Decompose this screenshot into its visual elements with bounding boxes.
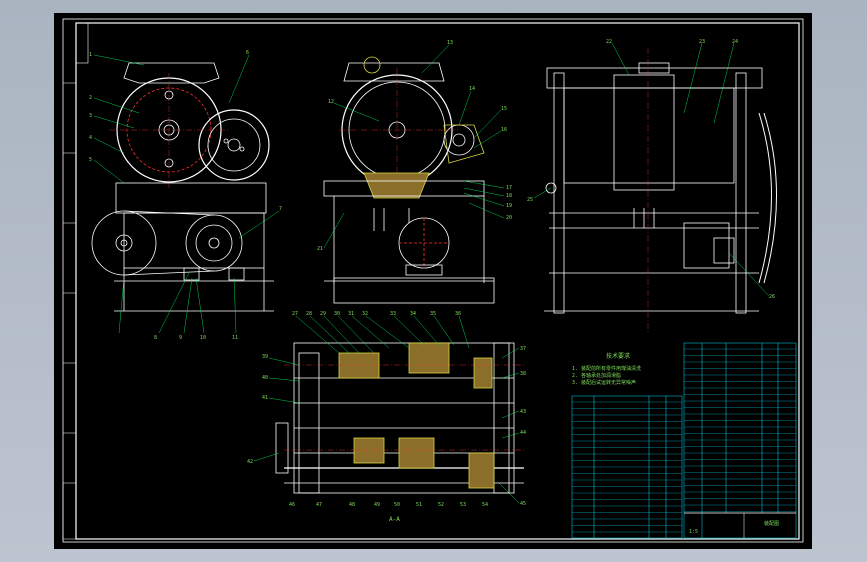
- right-view: [544, 48, 777, 333]
- balloon-22: 22: [606, 39, 612, 45]
- side-view: [323, 56, 495, 304]
- balloon-49: 49: [374, 502, 380, 508]
- balloon-14: 14: [469, 86, 475, 92]
- section-view: [275, 342, 524, 494]
- balloon-12: 12: [328, 99, 334, 105]
- front-view-leaders: [93, 54, 280, 334]
- balloon-34: 34: [410, 311, 416, 317]
- balloon-26: 26: [769, 294, 775, 300]
- balloon-32: 32: [362, 311, 368, 317]
- title-block-name: 装配图: [764, 520, 779, 527]
- notes-line-2: 2. 各轴承处加润滑脂: [572, 372, 621, 379]
- cad-drawing: 1 2 3 4 5 6 7 8 9 10 11 12 13 14 15 16 1…: [62, 18, 804, 543]
- balloon-39: 39: [262, 354, 268, 360]
- balloon-24: 24: [732, 39, 738, 45]
- balloon-43: 43: [520, 409, 526, 415]
- front-view: [91, 62, 274, 312]
- balloon-5: 5: [89, 157, 92, 163]
- balloon-13: 13: [447, 40, 453, 46]
- balloon-9: 9: [179, 335, 182, 341]
- balloon-4: 4: [89, 135, 92, 141]
- title-block: 装配图 1:5: [689, 520, 779, 535]
- notes-line-3: 3. 装配后试运转无异常噪声: [572, 379, 636, 386]
- front-view-balloons: 1 2 3 4 5 6 7 8 9 10 11: [89, 50, 282, 341]
- balloon-16: 16: [501, 127, 507, 133]
- balloon-28: 28: [306, 311, 312, 317]
- balloon-31: 31: [348, 311, 354, 317]
- balloon-23: 23: [699, 39, 705, 45]
- balloon-27: 27: [292, 311, 298, 317]
- title-block-scale: 1:5: [689, 529, 698, 535]
- balloon-6: 6: [246, 50, 249, 56]
- balloon-20: 20: [506, 215, 512, 221]
- balloon-30: 30: [334, 311, 340, 317]
- balloon-51: 51: [416, 502, 422, 508]
- top-left-code-box: [75, 22, 89, 64]
- balloon-21: 21: [317, 246, 323, 252]
- balloon-1: 1: [89, 52, 92, 58]
- balloon-11: 11: [232, 335, 238, 341]
- balloon-41: 41: [262, 395, 268, 401]
- section-label: A-A: [389, 516, 400, 523]
- balloon-15: 15: [501, 106, 507, 112]
- balloon-46: 46: [289, 502, 295, 508]
- balloon-47: 47: [316, 502, 322, 508]
- balloon-35: 35: [430, 311, 436, 317]
- balloon-7: 7: [279, 206, 282, 212]
- balloon-17: 17: [506, 185, 512, 191]
- notes-line-1: 1. 装配前所有零件用煤油清洗: [572, 365, 641, 372]
- balloon-52: 52: [438, 502, 444, 508]
- balloon-44: 44: [520, 430, 526, 436]
- side-view-leaders: [323, 44, 505, 249]
- balloon-19: 19: [506, 203, 512, 209]
- balloon-8: 8: [154, 335, 157, 341]
- balloon-25: 25: [527, 197, 533, 203]
- balloon-53: 53: [460, 502, 466, 508]
- balloon-2: 2: [89, 95, 92, 101]
- balloon-10: 10: [200, 335, 206, 341]
- balloon-36: 36: [455, 311, 461, 317]
- technical-notes: 技术要求 1. 装配前所有零件用煤油清洗 2. 各轴承处加润滑脂 3. 装配后试…: [572, 352, 641, 386]
- balloon-50: 50: [394, 502, 400, 508]
- balloon-3: 3: [89, 113, 92, 119]
- balloon-33: 33: [390, 311, 396, 317]
- balloon-54: 54: [482, 502, 488, 508]
- cad-viewport[interactable]: 1 2 3 4 5 6 7 8 9 10 11 12 13 14 15 16 1…: [54, 13, 812, 549]
- balloon-45: 45: [520, 501, 526, 507]
- balloon-48: 48: [349, 502, 355, 508]
- balloon-40: 40: [262, 375, 268, 381]
- balloon-29: 29: [320, 311, 326, 317]
- balloon-42: 42: [247, 459, 253, 465]
- notes-title: 技术要求: [606, 352, 630, 360]
- balloon-37: 37: [520, 346, 526, 352]
- balloon-18: 18: [506, 193, 512, 199]
- balloon-38: 38: [520, 371, 526, 377]
